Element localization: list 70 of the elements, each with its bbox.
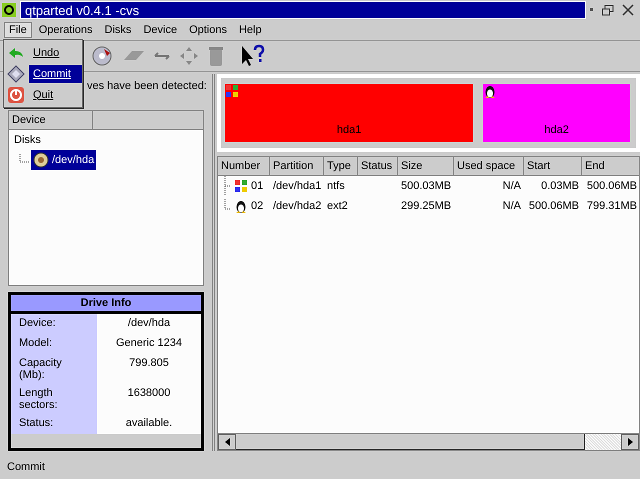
disk-icon[interactable] <box>90 44 114 68</box>
table-cell: 500.03MB <box>401 180 452 192</box>
restore-icon[interactable] <box>602 4 614 16</box>
menu-item[interactable]: File <box>4 22 32 38</box>
scroll-right-icon[interactable] <box>628 438 632 446</box>
table-cell: 01 <box>251 180 264 192</box>
table-cell: 02 <box>251 200 264 212</box>
horizontal-scrollbar[interactable] <box>218 433 639 450</box>
info-value: available. <box>97 414 201 434</box>
info-label: Capacity (Mb): <box>11 354 97 384</box>
table-cell: /dev/hda1 <box>273 180 322 192</box>
diskette-icon <box>7 64 25 82</box>
windows-icon <box>225 84 239 98</box>
column-header[interactable]: Used space <box>454 157 524 175</box>
menu-item[interactable]: Operations <box>34 22 98 38</box>
penguin-icon <box>483 84 498 99</box>
table-cell: 0.03MB <box>541 180 579 192</box>
column-header[interactable]: Size <box>398 157 454 175</box>
panel-title: Drive Info <box>11 295 201 314</box>
table-cell: ext2 <box>327 200 348 212</box>
undo-arrow-icon <box>7 46 25 60</box>
column-header[interactable]: Partition <box>270 157 324 175</box>
whats-this-icon[interactable] <box>240 44 266 68</box>
table-cell: /dev/hda2 <box>273 200 322 212</box>
windows-icon <box>234 179 248 193</box>
info-value: Generic 1234 <box>97 334 201 354</box>
app-logo-icon <box>2 3 16 17</box>
column-header[interactable]: Start <box>524 157 582 175</box>
tree-item[interactable]: /dev/hda <box>31 150 96 170</box>
status-text: Commit <box>6 460 46 475</box>
info-value: 799.805 <box>97 354 201 384</box>
table-cell: N/A <box>502 180 521 192</box>
info-label: Model: <box>11 334 97 354</box>
menu-item[interactable]: Options <box>184 22 232 38</box>
menu-item[interactable]: Device <box>138 22 182 38</box>
column-header[interactable]: Status <box>358 157 398 175</box>
info-label: Status: <box>11 414 97 434</box>
column-header[interactable]: End <box>582 157 640 175</box>
scroll-left-icon[interactable] <box>224 438 230 446</box>
menu-entry[interactable]: Quit <box>29 86 82 104</box>
column-header[interactable]: Number <box>218 157 270 175</box>
info-label: Device: <box>11 314 97 334</box>
scroll-thumb[interactable] <box>236 434 585 450</box>
table-cell: N/A <box>502 200 521 212</box>
window-title: qtparted v0.4.1 -cvs <box>20 1 586 19</box>
penguin-icon <box>234 198 248 214</box>
hard-drive-icon <box>33 152 49 168</box>
menu-item[interactable]: Help <box>234 22 267 38</box>
info-label: Length sectors: <box>11 384 97 414</box>
table-cell: ntfs <box>327 180 345 192</box>
tree-item[interactable]: Disks <box>12 132 200 148</box>
info-value: 1638000 <box>97 384 201 414</box>
close-icon[interactable] <box>622 4 634 16</box>
caption-text: ves have been detected: <box>87 80 207 92</box>
partition-block[interactable]: hda1 <box>225 84 474 142</box>
resize-icon[interactable] <box>154 51 170 61</box>
table-cell: 299.25MB <box>401 200 452 212</box>
partition-label: hda2 <box>544 124 569 136</box>
menu-entry[interactable]: Undo <box>29 44 82 62</box>
table-cell: 500.06MB <box>586 180 637 192</box>
info-value: /dev/hda <box>97 314 201 334</box>
menu-entry[interactable]: Commit <box>29 64 82 82</box>
table-cell: 500.06MB <box>528 200 579 212</box>
power-icon <box>7 86 25 104</box>
partition-block[interactable]: hda2 <box>483 84 630 142</box>
table-cell: 799.31MB <box>586 200 637 212</box>
minimize-icon[interactable] <box>590 8 594 12</box>
partition-label: hda1 <box>336 124 362 136</box>
menu-item[interactable]: Disks <box>100 22 136 38</box>
column-header[interactable]: Type <box>324 157 358 175</box>
